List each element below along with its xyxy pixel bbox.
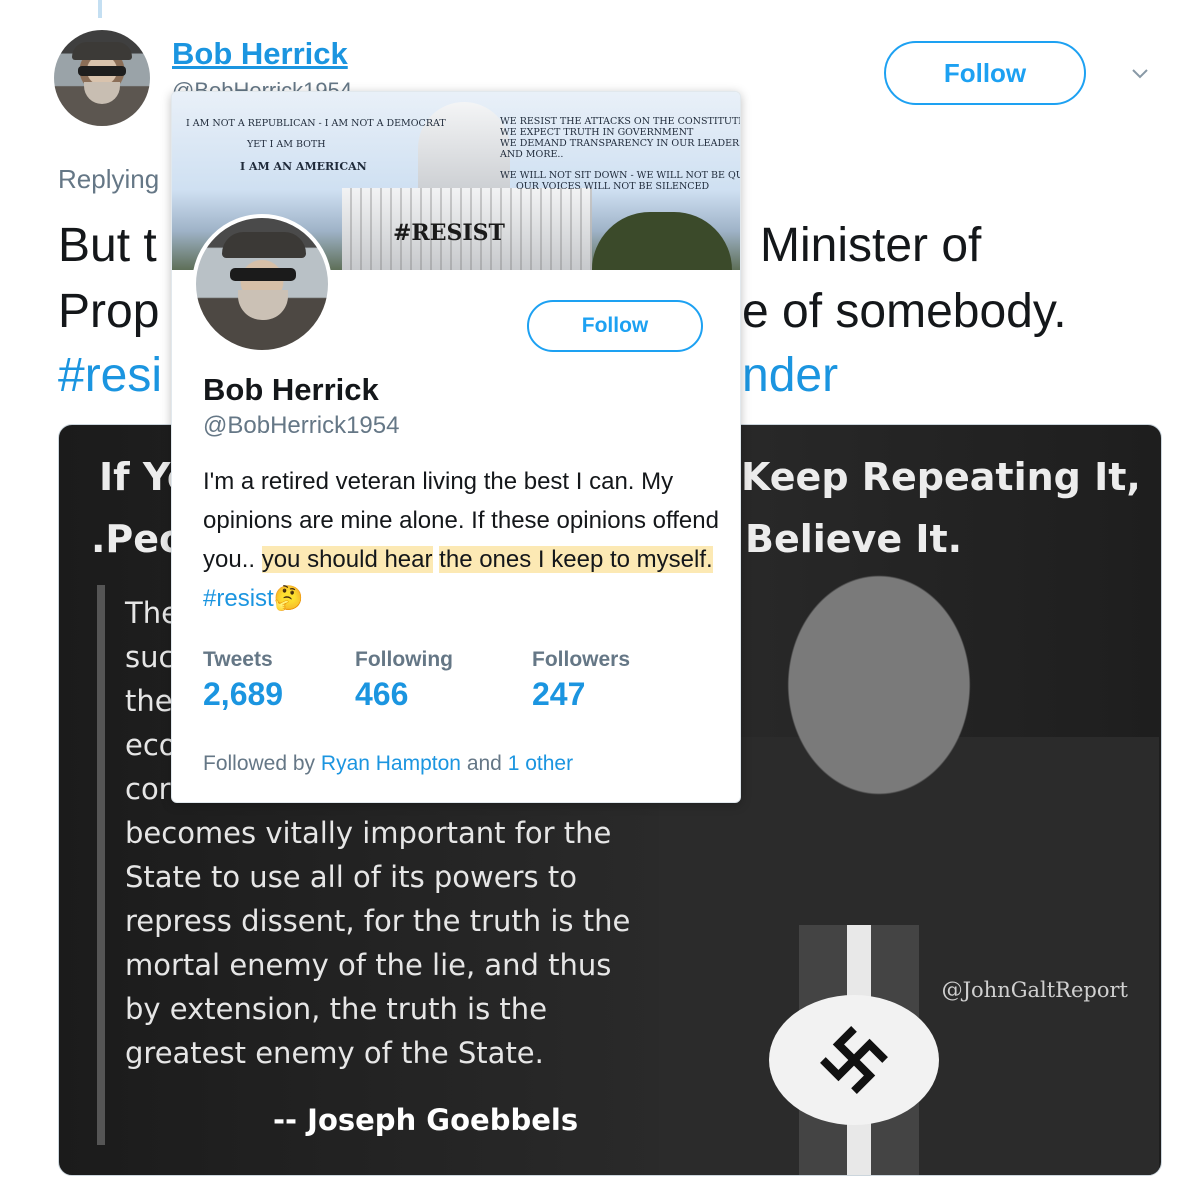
follow-button[interactable]: Follow <box>884 41 1086 105</box>
followed-by-others-link[interactable]: 1 other <box>508 752 573 775</box>
avatar-cap <box>222 232 306 258</box>
tweet-text-fragment: e of somebody. <box>742 285 1067 338</box>
banner-text-right-2: WE EXPECT TRUTH IN GOVERNMENT <box>500 127 694 138</box>
hover-card-bio: I'm a retired veteran living the best I … <box>203 462 723 618</box>
bio-hashtag-link[interactable]: #resist <box>203 585 274 612</box>
image-quote-line: by extension, the truth is the <box>125 992 548 1026</box>
stat-following-label: Following <box>355 648 453 671</box>
thinking-face-icon: 🤔 <box>273 585 304 612</box>
avatar-beard <box>84 82 120 104</box>
image-quote-line: greatest enemy of the State. <box>125 1036 544 1070</box>
followed-by-and: and <box>466 752 502 775</box>
tweet-text-line-2-right: e of somebody. <box>742 284 1067 339</box>
image-headline-2-right: Believe It. <box>745 517 963 561</box>
banner-text-left-2: YET I AM BOTH <box>247 139 326 150</box>
tree-shape <box>592 212 732 270</box>
image-quote-line: repress dissent, for the truth is the <box>125 904 631 938</box>
hover-card-avatar[interactable] <box>192 214 332 354</box>
tweet-text-fragment: But t <box>58 219 157 272</box>
avatar-glasses <box>230 268 296 281</box>
stat-following[interactable]: Following 466 <box>355 648 453 713</box>
stat-followers[interactable]: Followers 247 <box>532 648 630 713</box>
tweet-text-fragment: Prop <box>58 285 160 338</box>
followed-by-prefix: Followed by <box>203 752 316 775</box>
author-avatar[interactable] <box>54 30 150 126</box>
tweet-text-line-1: But t <box>58 218 157 273</box>
avatar-beard <box>238 290 288 320</box>
banner-text-left-3: I AM AN AMERICAN <box>240 160 367 173</box>
banner-resist-text: #RESIST <box>393 220 505 246</box>
avatar-cap <box>72 42 132 60</box>
bio-highlighted-text: the ones I keep to myself. <box>439 546 713 573</box>
followed-by-line: Followed by Ryan Hampton and 1 other <box>203 752 573 776</box>
hashtag-link[interactable]: #resi <box>58 349 162 402</box>
stat-tweets-value: 2,689 <box>203 676 284 712</box>
thread-connector-line <box>98 0 102 18</box>
image-watermark: @JohnGaltReport <box>941 978 1128 1002</box>
banner-text-right-3: WE DEMAND TRANSPARENCY IN OUR LEADERS <box>500 138 741 149</box>
chevron-down-icon[interactable] <box>1132 66 1148 82</box>
banner-text-right-5: WE WILL NOT SIT DOWN - WE WILL NOT BE QU… <box>500 170 741 181</box>
banner-text-left-1: I AM NOT A REPUBLICAN - I AM NOT A DEMOC… <box>186 118 446 129</box>
banner-text-right-6: OUR VOICES WILL NOT BE SILENCED <box>516 181 710 192</box>
tweet-text-line-1-right: Minister of <box>760 218 981 273</box>
tweet-hashtag-line-right[interactable]: nder <box>742 348 838 403</box>
hover-card-follow-button[interactable]: Follow <box>527 300 703 352</box>
armband-emblem <box>769 995 939 1125</box>
author-name-link[interactable]: Bob Herrick <box>172 36 348 72</box>
armband-symbol-icon <box>820 1026 888 1094</box>
stat-tweets[interactable]: Tweets 2,689 <box>203 648 283 713</box>
image-quote-line: State to use all of its powers to <box>125 860 577 894</box>
stat-tweets-label: Tweets <box>203 648 273 671</box>
tweet-hashtag-line[interactable]: #resi <box>58 348 162 403</box>
profile-hover-card[interactable]: I AM NOT A REPUBLICAN - I AM NOT A DEMOC… <box>171 91 741 803</box>
avatar-glasses <box>78 66 126 76</box>
image-quote-line: mortal enemy of the lie, and thus <box>125 948 612 982</box>
hover-card-handle[interactable]: @BobHerrick1954 <box>203 412 399 440</box>
image-headline-1-right: Keep Repeating It, <box>741 455 1141 499</box>
banner-text-right-4: AND MORE.. <box>500 149 564 160</box>
bio-highlighted-text: you should hear <box>261 546 433 573</box>
hover-card-name[interactable]: Bob Herrick <box>203 372 379 408</box>
stat-following-value: 466 <box>355 676 409 712</box>
capitol-dome-shape <box>418 102 510 198</box>
stat-followers-value: 247 <box>532 676 586 712</box>
tweet-text-fragment: Minister of <box>760 219 982 272</box>
image-quote-line: becomes vitally important for the <box>125 816 612 850</box>
replying-to-label: Replying <box>58 164 160 194</box>
stat-followers-label: Followers <box>532 648 631 671</box>
hashtag-link[interactable]: nder <box>742 349 838 402</box>
followed-by-user-link[interactable]: Ryan Hampton <box>321 752 461 775</box>
image-quote-author: -- Joseph Goebbels <box>273 1103 579 1137</box>
tweet-text-line-2: Prop <box>58 284 159 339</box>
banner-text-right-1: WE RESIST THE ATTACKS ON THE CONSTITUTIO… <box>500 116 741 127</box>
image-quote-body: becomes vitally important for the State … <box>125 811 630 1075</box>
